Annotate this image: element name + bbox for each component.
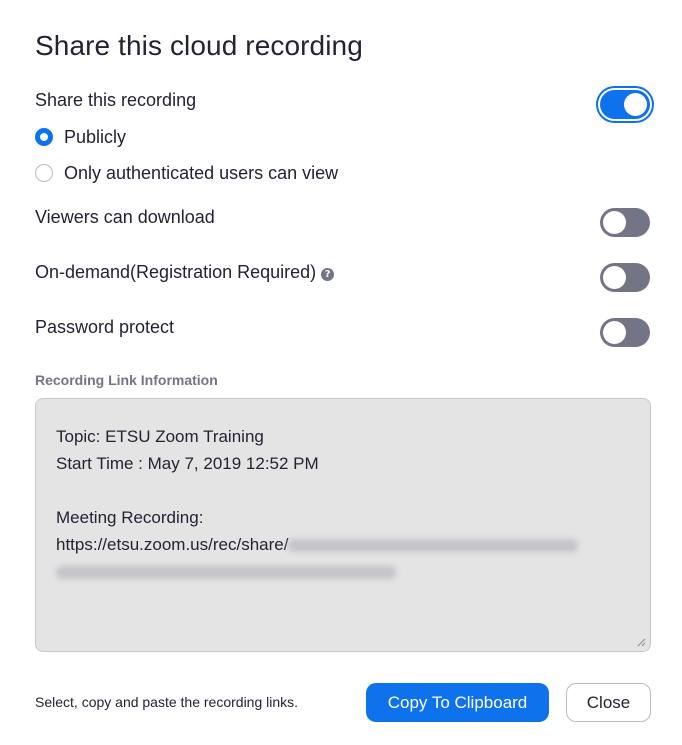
- redacted-url-part: [288, 539, 579, 553]
- recording-url-line: https://etsu.zoom.us/rec/share/: [56, 531, 630, 558]
- toggle-knob: [603, 211, 626, 234]
- radio-unchecked-icon[interactable]: [35, 164, 53, 182]
- redacted-url-part: [56, 566, 396, 580]
- radio-option-authenticated[interactable]: Only authenticated users can view: [35, 162, 338, 184]
- start-time-line: Start Time : May 7, 2019 12:52 PM: [56, 454, 319, 473]
- toggle-knob: [624, 93, 647, 116]
- share-recording-label: Share this recording: [35, 90, 197, 110]
- radio-checked-icon[interactable]: [35, 128, 53, 146]
- question-circle-icon[interactable]: ?: [321, 268, 335, 281]
- radio-option-publicly[interactable]: Publicly: [35, 126, 126, 148]
- radio-label-publicly: Publicly: [64, 126, 127, 147]
- on-demand-row: On-demand(Registration Required)?: [35, 262, 335, 283]
- recording-link-textarea[interactable]: Topic: ETSU Zoom Training Start Time : M…: [35, 398, 651, 652]
- password-protect-label: Password protect: [35, 317, 175, 337]
- on-demand-label: On-demand(Registration Required): [35, 262, 317, 282]
- meeting-recording-label: Meeting Recording:: [56, 508, 204, 527]
- share-recording-toggle[interactable]: [600, 90, 650, 119]
- topic-line: Topic: ETSU Zoom Training: [56, 427, 264, 446]
- toggle-knob: [603, 266, 626, 289]
- radio-label-authenticated: Only authenticated users can view: [64, 162, 339, 183]
- recording-url-prefix: https://etsu.zoom.us/rec/share/: [56, 535, 289, 554]
- password-protect-toggle[interactable]: [600, 318, 650, 347]
- dialog-title: Share this cloud recording: [35, 30, 363, 61]
- copy-to-clipboard-button[interactable]: Copy To Clipboard: [366, 683, 549, 722]
- recording-link-section-label: Recording Link Information: [35, 372, 218, 388]
- toggle-knob: [603, 321, 626, 344]
- recording-url-line-2: [56, 558, 630, 585]
- viewers-download-label: Viewers can download: [35, 207, 215, 227]
- close-button[interactable]: Close: [566, 683, 651, 722]
- viewers-download-toggle[interactable]: [600, 208, 650, 237]
- on-demand-toggle[interactable]: [600, 263, 650, 292]
- footer-hint: Select, copy and paste the recording lin…: [35, 694, 299, 710]
- share-recording-dialog: Share this cloud recording Share this re…: [0, 0, 682, 745]
- resize-grip-icon[interactable]: [636, 637, 646, 647]
